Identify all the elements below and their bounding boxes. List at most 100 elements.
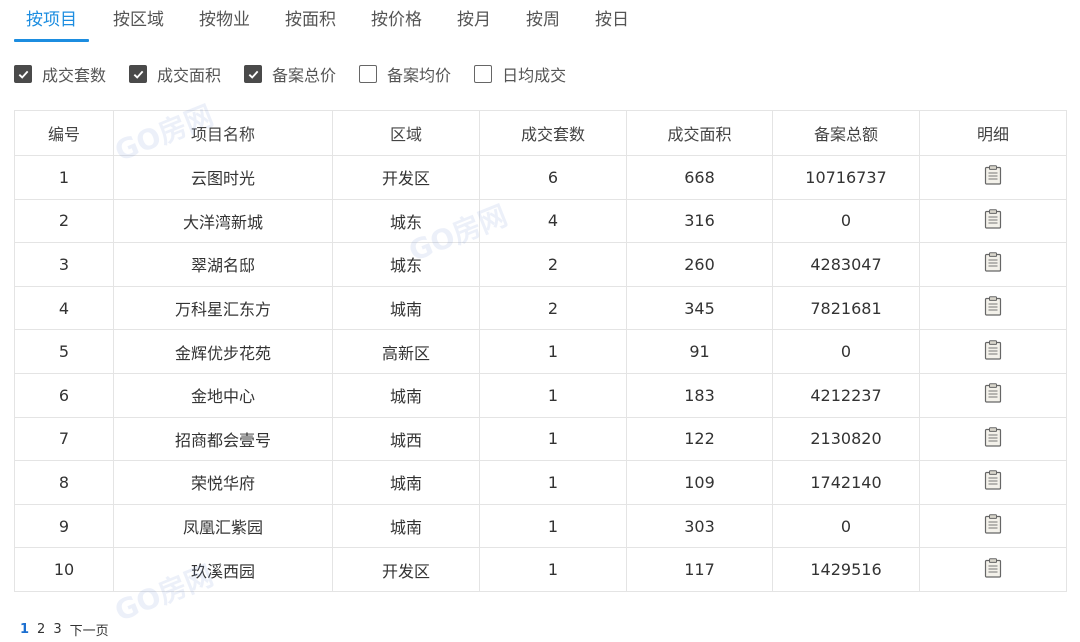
- total-amount-cell: 7821681: [772, 285, 920, 331]
- column-header: 明细: [919, 110, 1067, 156]
- clipboard-icon[interactable]: [984, 209, 1002, 229]
- table-row: 9 凤凰汇紫园 城南 1 303 0: [14, 503, 1067, 549]
- table-row: 4 万科星汇东方 城南 2 345 7821681: [14, 285, 1067, 331]
- filter-label: 成交套数: [42, 66, 107, 85]
- clipboard-icon[interactable]: [984, 339, 1002, 360]
- clipboard-icon[interactable]: [984, 296, 1002, 316]
- project-name-cell: 云图时光: [113, 155, 333, 200]
- filter-total-price[interactable]: 备案总价: [244, 62, 336, 86]
- check-icon: [248, 70, 258, 79]
- check-icon: [133, 70, 143, 79]
- project-name-cell: 凤凰汇紫园: [113, 503, 333, 549]
- deal-count-cell: 4: [479, 198, 627, 244]
- row-number-cell: 7: [14, 416, 114, 462]
- total-amount-cell: 0: [772, 329, 920, 374]
- tab-by-area[interactable]: 按面积: [285, 0, 336, 40]
- tab-by-day[interactable]: 按日: [595, 0, 629, 40]
- pagination: 1 2 3 下一页: [20, 620, 117, 639]
- row-number-cell: 3: [14, 242, 114, 287]
- clipboard-icon[interactable]: [984, 427, 1002, 447]
- deals-table: 编号 项目名称 区域 成交套数 成交面积 备案总额 明细 1 云图时光 开发区 6 66…: [14, 110, 1067, 592]
- deal-area-cell: 183: [626, 372, 773, 418]
- district-cell: 开发区: [332, 155, 480, 200]
- project-name-cell: 招商都会壹号: [113, 416, 333, 462]
- checkbox-unchecked[interactable]: [359, 65, 378, 83]
- clipboard-icon[interactable]: [984, 252, 1002, 273]
- page: 按项目 按区域 按物业 按面积 按价格 按月 按周 按日 成交套数 成交面积 备…: [0, 0, 1080, 642]
- deal-area-cell: 109: [626, 460, 773, 505]
- tab-by-price[interactable]: 按价格: [371, 0, 422, 40]
- checkbox-checked[interactable]: [14, 65, 32, 83]
- total-amount-cell: 4283047: [772, 242, 920, 287]
- district-cell: 开发区: [332, 547, 480, 592]
- district-cell: 城南: [332, 460, 480, 505]
- filter-deal-count[interactable]: 成交套数: [14, 62, 106, 86]
- row-number-cell: 8: [14, 460, 114, 505]
- project-name-cell: 玖溪西园: [113, 547, 333, 592]
- detail-cell: [919, 329, 1067, 374]
- table-row: 8 荣悦华府 城南 1 109 1742140: [14, 460, 1067, 505]
- filter-daily-average[interactable]: 日均成交: [474, 62, 566, 86]
- detail-cell: [919, 503, 1067, 549]
- row-number-cell: 9: [14, 503, 114, 549]
- deal-area-cell: 316: [626, 198, 773, 244]
- tab-by-month[interactable]: 按月: [457, 0, 491, 40]
- table-row: 2 大洋湾新城 城东 4 316 0: [14, 198, 1067, 244]
- checkbox-unchecked[interactable]: [474, 65, 493, 83]
- check-icon: [18, 70, 28, 79]
- clipboard-icon[interactable]: [984, 557, 1002, 578]
- total-amount-cell: 0: [772, 503, 920, 549]
- district-cell: 城东: [332, 198, 480, 244]
- project-name-cell: 金地中心: [113, 372, 333, 418]
- row-number-cell: 5: [14, 329, 114, 374]
- deal-count-cell: 1: [479, 460, 627, 505]
- deal-count-cell: 1: [479, 372, 627, 418]
- detail-cell: [919, 198, 1067, 244]
- deals-table-container: 编号 项目名称 区域 成交套数 成交面积 备案总额 明细 1 云图时光 开发区 6 66…: [14, 110, 1067, 592]
- table-row: 7 招商都会壹号 城西 1 122 2130820: [14, 416, 1067, 462]
- filter-deal-area[interactable]: 成交面积: [129, 62, 221, 86]
- row-number-cell: 1: [14, 155, 114, 200]
- deal-area-cell: 668: [626, 155, 773, 200]
- district-cell: 城南: [332, 372, 480, 418]
- next-page-link[interactable]: 下一页: [70, 620, 109, 639]
- clipboard-icon[interactable]: [984, 514, 1002, 534]
- column-header: 项目名称: [113, 110, 333, 156]
- deal-area-cell: 117: [626, 547, 773, 592]
- deal-area-cell: 91: [626, 329, 773, 374]
- detail-cell: [919, 372, 1067, 418]
- project-name-cell: 翠湖名邸: [113, 242, 333, 287]
- deal-count-cell: 2: [479, 285, 627, 331]
- filter-average-price[interactable]: 备案均价: [359, 62, 451, 86]
- column-filters: 成交套数 成交面积 备案总价 备案均价 日均成交: [14, 62, 589, 86]
- page-link[interactable]: 3: [53, 622, 61, 637]
- tab-by-project[interactable]: 按项目: [14, 0, 89, 42]
- filter-label: 备案均价: [387, 66, 452, 85]
- clipboard-icon[interactable]: [984, 470, 1002, 491]
- clipboard-icon[interactable]: [984, 383, 1002, 403]
- row-number-cell: 10: [14, 547, 114, 592]
- filter-label: 备案总价: [272, 66, 337, 85]
- deal-count-cell: 1: [479, 416, 627, 462]
- column-header: 成交套数: [479, 110, 627, 156]
- detail-cell: [919, 242, 1067, 287]
- row-number-cell: 4: [14, 285, 114, 331]
- clipboard-icon[interactable]: [984, 165, 1002, 185]
- detail-cell: [919, 460, 1067, 505]
- tab-by-property[interactable]: 按物业: [199, 0, 250, 40]
- detail-cell: [919, 416, 1067, 462]
- page-link[interactable]: 2: [37, 622, 45, 637]
- project-name-cell: 万科星汇东方: [113, 285, 333, 331]
- total-amount-cell: 10716737: [772, 155, 920, 200]
- tab-by-district[interactable]: 按区域: [113, 0, 164, 40]
- checkbox-checked[interactable]: [244, 65, 263, 83]
- checkbox-checked[interactable]: [129, 65, 148, 83]
- total-amount-cell: 2130820: [772, 416, 920, 462]
- tab-by-week[interactable]: 按周: [526, 0, 560, 40]
- detail-cell: [919, 547, 1067, 592]
- district-cell: 城南: [332, 503, 480, 549]
- project-name-cell: 荣悦华府: [113, 460, 333, 505]
- page-link[interactable]: 1: [20, 622, 29, 637]
- project-name-cell: 金辉优步花苑: [113, 329, 333, 374]
- deal-area-cell: 303: [626, 503, 773, 549]
